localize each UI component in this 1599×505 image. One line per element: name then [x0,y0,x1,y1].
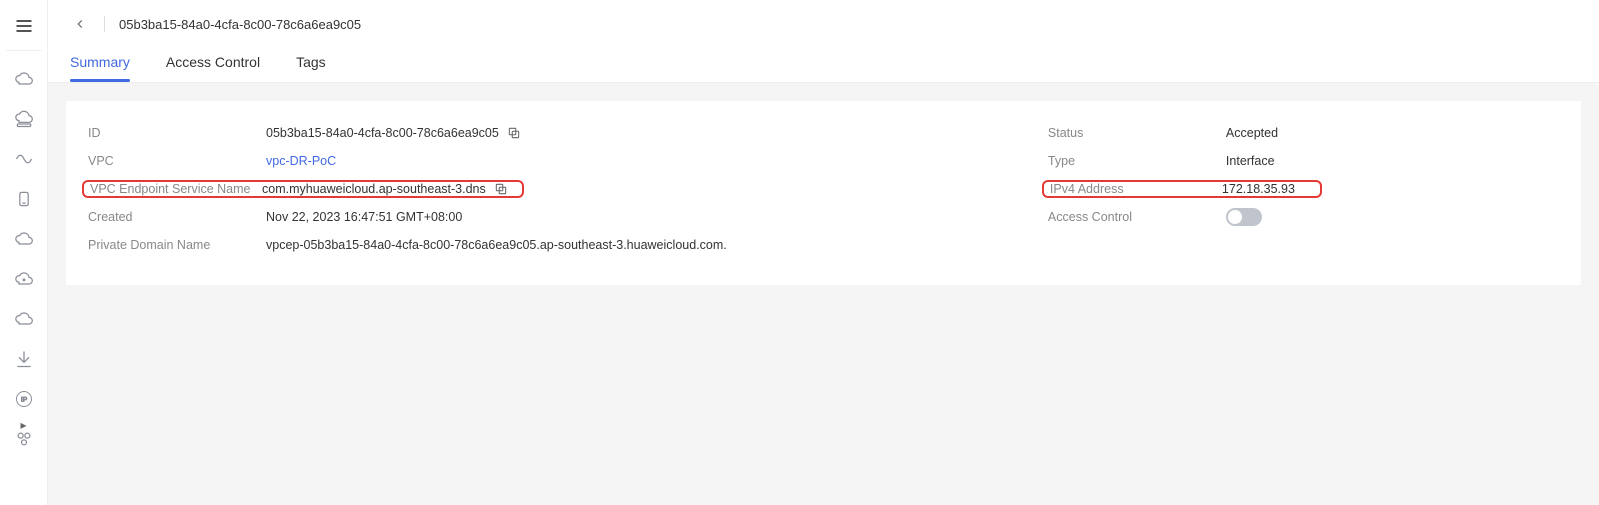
label-access-control: Access Control [1048,210,1226,224]
value-id: 05b3ba15-84a0-4cfa-8c00-78c6a6ea9c05 [266,126,521,140]
tab-summary[interactable]: Summary [70,46,130,82]
summary-panel: ID 05b3ba15-84a0-4cfa-8c00-78c6a6ea9c05 … [66,101,1581,285]
cloud-server-icon[interactable] [8,103,40,135]
copy-icon[interactable] [507,126,521,140]
label-id: ID [88,126,266,140]
menu-toggle-button[interactable] [8,10,40,42]
tab-tags[interactable]: Tags [296,46,326,82]
storage-icon[interactable] [8,183,40,215]
label-type: Type [1048,154,1226,168]
breadcrumb-title: 05b3ba15-84a0-4cfa-8c00-78c6a6ea9c05 [119,17,361,32]
label-status: Status [1048,126,1226,140]
label-created: Created [88,210,266,224]
copy-icon[interactable] [494,182,508,196]
label-vpc: VPC [88,154,266,168]
highlight-ipv4: IPv4 Address 172.18.35.93 [1042,180,1322,198]
tabs: Summary Access Control Tags [48,46,1599,83]
value-type: Interface [1226,154,1275,168]
cloud-alt-icon[interactable] [8,303,40,335]
value-endpoint-service: com.myhuaweicloud.ap-southeast-3.dns [262,182,508,196]
tab-access-control[interactable]: Access Control [166,46,260,82]
sidebar: IP ▸ [0,0,48,505]
divider [104,16,105,32]
cloud-db-icon[interactable] [8,263,40,295]
cloud-icon-2[interactable] [8,223,40,255]
value-vpc-link[interactable]: vpc-DR-PoC [266,154,336,168]
label-private-domain: Private Domain Name [88,238,266,252]
sidebar-expand-toggle[interactable]: ▸ [16,417,32,433]
label-endpoint-service: VPC Endpoint Service Name [90,182,262,196]
value-private-domain: vpcep-05b3ba15-84a0-4cfa-8c00-78c6a6ea9c… [266,238,727,252]
cloud-icon[interactable] [8,63,40,95]
highlight-endpoint-service: VPC Endpoint Service Name com.myhuaweicl… [82,180,524,198]
svg-text:IP: IP [20,397,27,404]
deploy-icon[interactable] [8,343,40,375]
main-content: 05b3ba15-84a0-4cfa-8c00-78c6a6ea9c05 Sum… [48,0,1599,505]
label-ipv4: IPv4 Address [1050,182,1222,196]
back-button[interactable] [70,14,90,34]
value-ipv4: 172.18.35.93 [1222,182,1295,196]
ip-icon[interactable]: IP [8,383,40,415]
access-control-toggle[interactable] [1226,208,1262,226]
value-created: Nov 22, 2023 16:47:51 GMT+08:00 [266,210,462,224]
value-status: Accepted [1226,126,1278,140]
network-icon[interactable] [8,143,40,175]
breadcrumb: 05b3ba15-84a0-4cfa-8c00-78c6a6ea9c05 [48,0,1599,46]
